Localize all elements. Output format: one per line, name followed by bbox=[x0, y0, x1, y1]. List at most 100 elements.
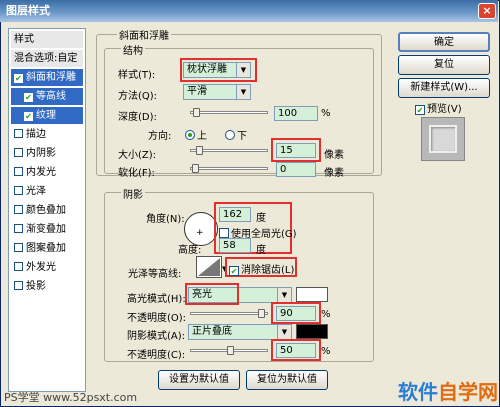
style-list-item[interactable]: 渐变叠加 bbox=[11, 221, 83, 238]
highlight-box-opacity2 bbox=[271, 339, 321, 361]
angle-label: 角度(N): bbox=[146, 214, 185, 225]
check-icon[interactable]: ✔ bbox=[24, 93, 33, 102]
size-slider-thumb[interactable] bbox=[196, 146, 203, 155]
window-title: 图层样式 bbox=[6, 4, 50, 17]
highlight-color-swatch[interactable] bbox=[296, 287, 328, 302]
style-list-item-label: 内发光 bbox=[26, 167, 56, 178]
altitude-field[interactable]: 58 bbox=[219, 238, 251, 253]
size-label: 大小(Z): bbox=[118, 150, 157, 161]
check-icon: ✔ bbox=[229, 266, 239, 276]
watermark-right: 软件自学网 bbox=[398, 376, 498, 405]
style-list-item[interactable]: ✔ 纹理 bbox=[11, 107, 83, 124]
checkbox-icon[interactable] bbox=[14, 167, 23, 176]
gloss-contour-preview[interactable] bbox=[196, 256, 222, 278]
antialias-checkbox[interactable]: ✔ 消除锯齿(L) bbox=[229, 261, 294, 276]
soften-label: 软化(F): bbox=[118, 168, 155, 179]
depth-slider[interactable] bbox=[190, 111, 268, 114]
style-list-item-label: 斜面和浮雕 bbox=[26, 72, 76, 83]
soften-field[interactable]: 0 bbox=[276, 162, 316, 177]
preview-checkbox[interactable]: ✔ 预览(V) bbox=[415, 100, 462, 115]
direction-up-radio[interactable]: 上 bbox=[185, 127, 207, 142]
highlight-box-opacity1 bbox=[271, 302, 321, 324]
checkbox-icon[interactable] bbox=[14, 129, 23, 138]
highlight-opacity-thumb[interactable] bbox=[258, 309, 265, 318]
gloss-contour-label: 光泽等高线: bbox=[128, 269, 182, 280]
check-icon[interactable]: ✔ bbox=[14, 74, 23, 83]
direction-down-label: 下 bbox=[237, 131, 247, 142]
style-list-item-label: 颜色叠加 bbox=[26, 205, 66, 216]
style-list-item-label: 纹理 bbox=[36, 110, 56, 121]
checkbox-icon bbox=[219, 228, 229, 238]
style-list-item[interactable]: ✔ 斜面和浮雕 bbox=[11, 69, 83, 86]
angle-unit: 度 bbox=[256, 213, 266, 224]
blending-options-item[interactable]: 混合选项:自定 bbox=[11, 50, 83, 67]
chevron-down-icon: ▼ bbox=[277, 288, 291, 302]
direction-down-radio[interactable]: 下 bbox=[225, 127, 247, 142]
depth-field[interactable]: 100 bbox=[274, 106, 318, 121]
close-button[interactable]: × bbox=[478, 3, 496, 19]
checkbox-icon[interactable] bbox=[14, 205, 23, 214]
check-icon: ✔ bbox=[415, 105, 425, 115]
checkbox-icon[interactable] bbox=[14, 186, 23, 195]
checkbox-icon[interactable] bbox=[14, 262, 23, 271]
reset-default-button[interactable]: 复位为默认值 bbox=[246, 370, 328, 390]
depth-slider-thumb[interactable] bbox=[193, 108, 200, 117]
direction-label: 方向: bbox=[148, 131, 172, 142]
shading-title: 阴影 bbox=[121, 186, 145, 201]
checkbox-icon[interactable] bbox=[14, 148, 23, 157]
checkbox-icon[interactable] bbox=[14, 243, 23, 252]
method-label: 方法(Q): bbox=[118, 91, 158, 102]
method-select[interactable]: 平滑 ▼ bbox=[183, 84, 251, 100]
style-list-item[interactable]: 投影 bbox=[11, 278, 83, 295]
reset-button[interactable]: 复位 bbox=[398, 55, 490, 75]
styles-header[interactable]: 样式 bbox=[11, 31, 83, 48]
style-list-item[interactable]: 内阴影 bbox=[11, 145, 83, 162]
watermark-right-a: 软件 bbox=[398, 380, 438, 404]
direction-up-label: 上 bbox=[197, 131, 207, 142]
watermark-left: PS学堂 www.52psxt.com bbox=[4, 391, 138, 404]
style-list: 样式 混合选项:自定 ✔ 斜面和浮雕 ✔ 等高线 ✔ 纹理 描边 内阴影 内发光 光泽 颜色叠加 渐变… bbox=[8, 28, 86, 392]
soften-unit: 像素 bbox=[324, 168, 344, 179]
style-list-item-label: 外发光 bbox=[26, 262, 56, 273]
depth-label: 深度(D): bbox=[118, 112, 157, 123]
style-list-item[interactable]: 内发光 bbox=[11, 164, 83, 181]
style-list-item[interactable]: 光泽 bbox=[11, 183, 83, 200]
checkbox-icon[interactable] bbox=[14, 281, 23, 290]
style-list-item-label: 描边 bbox=[26, 129, 46, 140]
style-list-item-label: 内阴影 bbox=[26, 148, 56, 159]
radio-off-icon bbox=[225, 130, 235, 140]
shadow-opacity-label: 不透明度(C): bbox=[127, 350, 186, 361]
highlight-opacity-unit: % bbox=[321, 309, 331, 320]
shadow-mode-label: 阴影模式(A): bbox=[127, 331, 186, 342]
highlight-opacity-label: 不透明度(O): bbox=[127, 313, 187, 324]
highlight-box-style bbox=[180, 58, 257, 82]
altitude-label: 高度: bbox=[178, 245, 202, 256]
preview-swatch bbox=[429, 125, 457, 153]
title-bar: 图层样式 bbox=[0, 0, 498, 22]
style-list-item[interactable]: ✔ 等高线 bbox=[11, 88, 83, 105]
style-list-item[interactable]: 图案叠加 bbox=[11, 240, 83, 257]
style-list-item[interactable]: 外发光 bbox=[11, 259, 83, 276]
highlight-opacity-slider[interactable] bbox=[190, 312, 268, 315]
shadow-opacity-thumb[interactable] bbox=[227, 346, 234, 355]
depth-unit: % bbox=[321, 108, 331, 119]
style-list-item[interactable]: 描边 bbox=[11, 126, 83, 143]
radio-on-icon bbox=[185, 130, 195, 140]
style-list-item-label: 光泽 bbox=[26, 186, 46, 197]
check-icon[interactable]: ✔ bbox=[24, 112, 33, 121]
style-list-item-label: 图案叠加 bbox=[26, 243, 66, 254]
soften-slider[interactable] bbox=[190, 167, 268, 170]
make-default-button[interactable]: 设置为默认值 bbox=[158, 370, 240, 390]
style-preview-thumbnail bbox=[421, 117, 465, 161]
new-style-button[interactable]: 新建样式(W)... bbox=[398, 78, 490, 98]
checkbox-icon[interactable] bbox=[14, 224, 23, 233]
shadow-color-swatch[interactable] bbox=[296, 324, 328, 339]
soften-slider-thumb[interactable] bbox=[192, 164, 199, 173]
ok-button[interactable]: 确定 bbox=[398, 32, 490, 52]
watermark-right-b: 自学网 bbox=[438, 380, 498, 404]
angle-field[interactable]: 162 bbox=[219, 207, 251, 222]
chevron-down-icon: ▼ bbox=[277, 325, 291, 339]
shadow-mode-select[interactable]: 正片叠底 ▼ bbox=[188, 324, 292, 340]
style-list-item[interactable]: 颜色叠加 bbox=[11, 202, 83, 219]
style-label: 样式(T): bbox=[118, 70, 156, 81]
